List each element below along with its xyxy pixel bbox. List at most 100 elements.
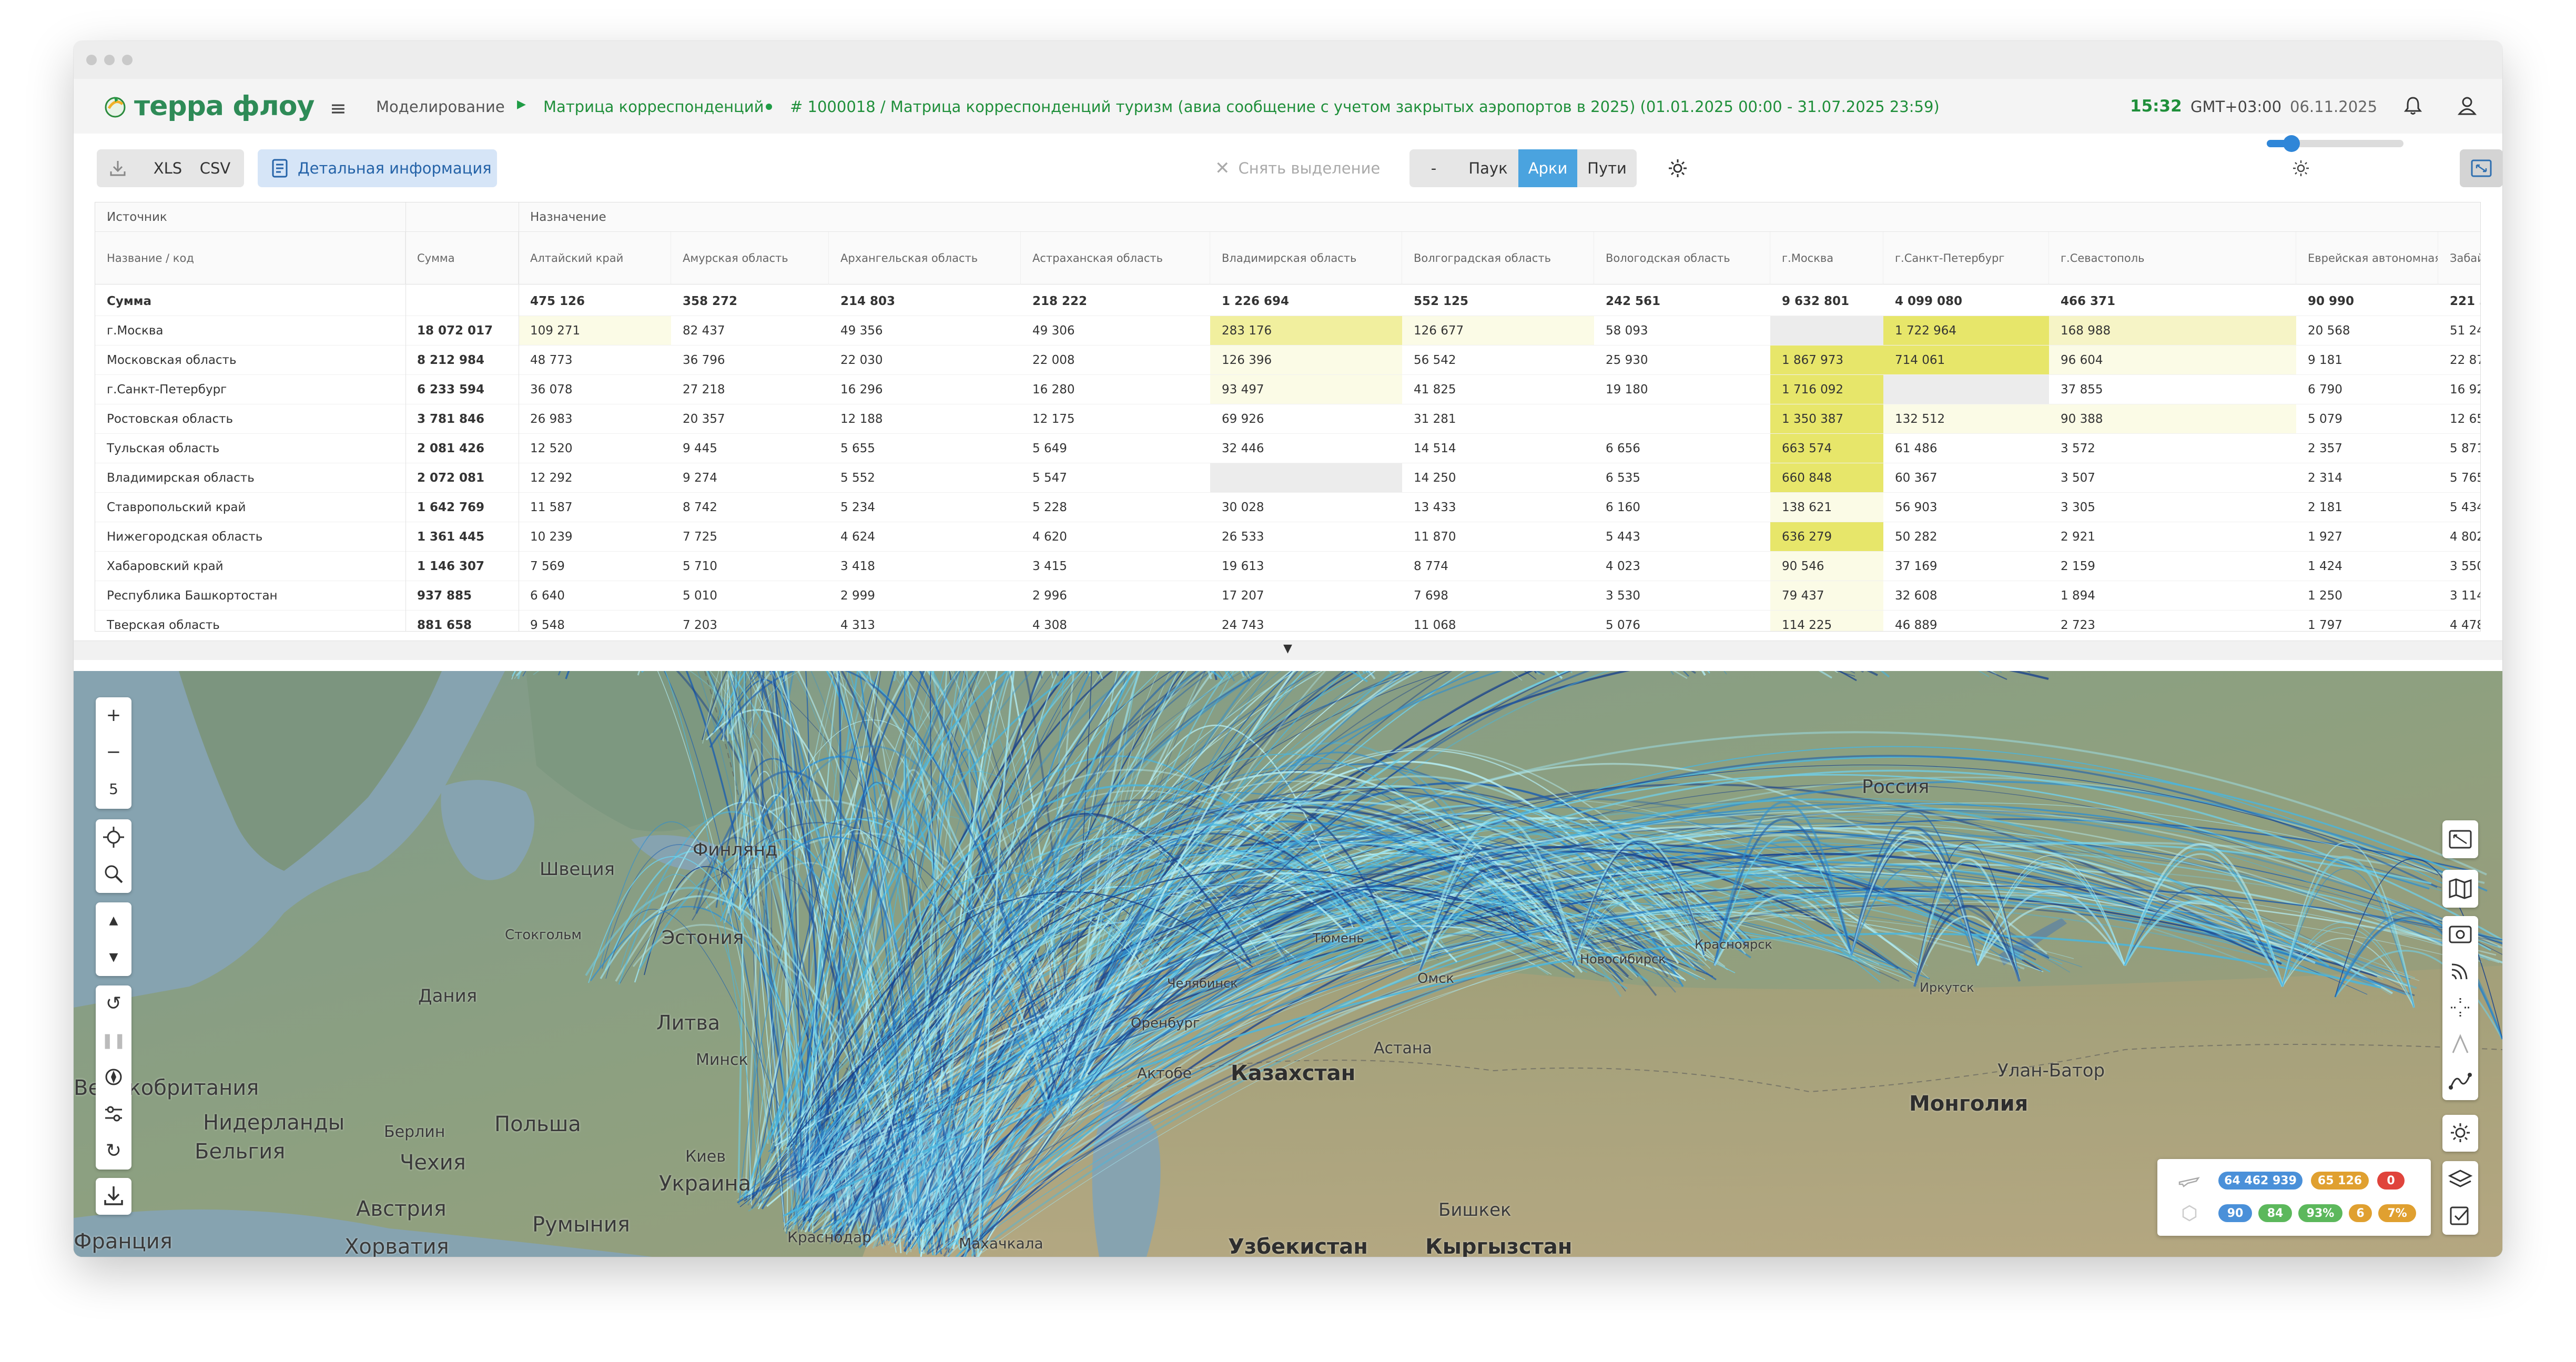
table-cell[interactable]: 2 723 — [2049, 611, 2296, 632]
table-cell[interactable] — [1594, 404, 1770, 434]
table-cell[interactable]: 2 921 — [2049, 522, 2296, 552]
fit-bounds-icon[interactable] — [2442, 821, 2478, 857]
slider-handle[interactable] — [2283, 135, 2300, 152]
compass-icon[interactable] — [96, 1059, 131, 1095]
pause-icon[interactable]: ❚❚ — [96, 1022, 131, 1058]
table-cell[interactable]: 8 774 — [1402, 552, 1594, 581]
table-cell[interactable]: 16 296 — [829, 375, 1021, 404]
table-cell[interactable]: 5 443 — [1594, 522, 1770, 552]
table-cell[interactable]: 126 396 — [1210, 345, 1402, 375]
logo[interactable]: терра флоу — [103, 90, 315, 122]
table-cell[interactable]: 69 926 — [1210, 404, 1402, 434]
table-cell[interactable]: 3 530 — [1594, 581, 1770, 611]
table-cell[interactable]: 3 418 — [829, 552, 1021, 581]
table-row-name[interactable]: Республика Башкортостан — [95, 581, 405, 611]
tilt-down-button[interactable]: ▼ — [96, 939, 131, 975]
column-header-destination[interactable]: Владимирская область — [1210, 232, 1402, 284]
table-cell[interactable]: 6 640 — [519, 581, 671, 611]
table-cell[interactable]: 5 076 — [1594, 611, 1770, 632]
table-cell[interactable]: 5 765 — [2438, 463, 2480, 493]
table-cell[interactable]: 3 507 — [2049, 463, 2296, 493]
table-cell[interactable]: 58 093 — [1594, 316, 1770, 345]
table-cell[interactable]: 5 871 — [2438, 434, 2480, 463]
column-header-destination[interactable]: Амурская область — [671, 232, 829, 284]
table-cell[interactable]: 27 218 — [671, 375, 829, 404]
zoom-in-button[interactable]: + — [96, 697, 131, 733]
table-cell[interactable]: 26 983 — [519, 404, 671, 434]
download-icon[interactable] — [108, 159, 127, 178]
table-cell[interactable]: 19 613 — [1210, 552, 1402, 581]
table-row-name[interactable]: г.Санкт-Петербург — [95, 375, 405, 404]
table-cell[interactable]: 9 445 — [671, 434, 829, 463]
table-cell[interactable]: 168 988 — [2049, 316, 2296, 345]
column-header-destination[interactable]: г.Севастополь — [2049, 232, 2296, 284]
refresh-icon[interactable]: ↻ — [96, 1133, 131, 1168]
table-cell[interactable]: 48 773 — [519, 345, 671, 375]
table-cell[interactable]: 114 225 — [1770, 611, 1883, 631]
window-maximize-button[interactable] — [122, 55, 133, 65]
table-cell[interactable]: 60 367 — [1883, 463, 2049, 493]
mode-paths-button[interactable]: Пути — [1577, 149, 1637, 187]
collapse-arrow-icon[interactable]: ▼ — [1283, 642, 1292, 655]
table-cell[interactable]: 7 725 — [671, 522, 829, 552]
crosshair-icon[interactable] — [2442, 990, 2478, 1025]
table-cell[interactable]: 2 357 — [2296, 434, 2438, 463]
table-cell[interactable]: 14 250 — [1402, 463, 1594, 493]
table-cell[interactable]: 1 867 973 — [1770, 345, 1883, 375]
table-cell[interactable]: 14 514 — [1402, 434, 1594, 463]
table-cell[interactable]: 4 620 — [1021, 522, 1210, 552]
window-minimize-button[interactable] — [104, 55, 115, 65]
column-header-name[interactable]: Название / код — [95, 232, 405, 284]
table-cell[interactable]: 90 546 — [1770, 552, 1883, 581]
menu-icon[interactable]: ≡ — [330, 97, 347, 120]
table-cell[interactable]: 7 698 — [1402, 581, 1594, 611]
table-cell[interactable]: 1 716 092 — [1770, 375, 1883, 404]
table-cell[interactable]: 32 608 — [1883, 581, 2049, 611]
table-cell[interactable]: 1 250 — [2296, 581, 2438, 611]
table-cell[interactable]: 5 228 — [1021, 493, 1210, 522]
table-cell[interactable]: 7 203 — [671, 611, 829, 632]
column-header-destination[interactable]: Забайкальский — [2438, 232, 2480, 284]
table-cell[interactable]: 2 181 — [2296, 493, 2438, 522]
column-header-destination[interactable]: Алтайский край — [519, 232, 671, 284]
table-cell[interactable]: 126 677 — [1402, 316, 1594, 345]
table-cell[interactable]: 22 030 — [829, 345, 1021, 375]
table-cell[interactable]: 660 848 — [1770, 463, 1883, 493]
table-cell[interactable]: 4 308 — [1021, 611, 1210, 632]
table-cell[interactable]: 6 790 — [2296, 375, 2438, 404]
column-header-destination[interactable]: г.Санкт-Петербург — [1883, 232, 2049, 284]
table-cell[interactable]: 5 547 — [1021, 463, 1210, 493]
table-cell[interactable]: 46 889 — [1883, 611, 2049, 632]
table-cell[interactable]: 3 305 — [2049, 493, 2296, 522]
table-cell[interactable]: 12 292 — [519, 463, 671, 493]
table-cell[interactable]: 93 497 — [1210, 375, 1402, 404]
layers-icon[interactable] — [2442, 1161, 2478, 1197]
table-cell[interactable]: 5 434 — [2438, 493, 2480, 522]
filter-sliders-icon[interactable] — [96, 1096, 131, 1132]
search-icon[interactable] — [96, 856, 131, 892]
table-cell[interactable]: 12 175 — [1021, 404, 1210, 434]
opacity-slider[interactable] — [2267, 135, 2403, 152]
mode-arcs-button[interactable]: Арки — [1518, 149, 1577, 187]
table-cell[interactable]: 714 061 — [1883, 345, 2049, 375]
table-cell[interactable]: 37 855 — [2049, 375, 2296, 404]
table-cell[interactable]: 49 306 — [1021, 316, 1210, 345]
detail-info-button[interactable]: Детальная информация — [258, 149, 497, 187]
screenshot-icon[interactable] — [2442, 916, 2478, 952]
map-icon[interactable] — [2442, 871, 2478, 907]
table-cell[interactable]: 138 621 — [1770, 493, 1883, 522]
download-icon[interactable] — [96, 1178, 131, 1214]
bell-icon[interactable] — [2402, 95, 2424, 117]
table-cell[interactable]: 3 114 — [2438, 581, 2480, 611]
table-row-name[interactable]: Тверская область — [95, 611, 405, 632]
table-cell[interactable]: 61 486 — [1883, 434, 2049, 463]
table-cell[interactable]: 9 181 — [2296, 345, 2438, 375]
column-header-destination[interactable]: Еврейская автономная область — [2296, 232, 2438, 284]
table-cell[interactable]: 5 079 — [2296, 404, 2438, 434]
table-cell[interactable]: 22 008 — [1021, 345, 1210, 375]
breadcrumb-matrix[interactable]: Матрица корреспонденций — [543, 98, 764, 116]
table-cell[interactable]: 12 654 — [2438, 404, 2480, 434]
table-cell[interactable]: 17 207 — [1210, 581, 1402, 611]
table-cell[interactable]: 16 280 — [1021, 375, 1210, 404]
reset-icon[interactable]: ↺ — [96, 985, 131, 1021]
